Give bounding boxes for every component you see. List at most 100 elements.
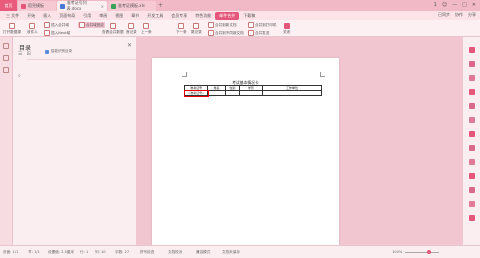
title-bar: 首页 稻壳模板 准考证号列表.docx ✕ 准考证模板.xls + 1 ☺ — … bbox=[0, 0, 480, 11]
merge-to-printer-button[interactable]: 合并到打印机 bbox=[248, 22, 277, 28]
menu-page-layout[interactable]: 页面布局 bbox=[55, 12, 79, 20]
right-tool-8[interactable] bbox=[466, 145, 478, 152]
first-record-button[interactable]: 首记录 bbox=[126, 23, 137, 35]
zoom-level[interactable]: 100% bbox=[392, 250, 402, 254]
recipients-button[interactable]: 收件人 bbox=[27, 23, 38, 35]
right-tool-9[interactable] bbox=[466, 159, 478, 166]
tool-icon bbox=[469, 187, 475, 193]
next-icon bbox=[178, 23, 185, 29]
close-window-button[interactable]: ✕ bbox=[472, 2, 476, 8]
menu-file[interactable]: 三 文件 bbox=[2, 12, 23, 20]
close-tab-icon[interactable]: ✕ bbox=[101, 4, 104, 9]
sync-status[interactable]: 已同步 bbox=[438, 12, 450, 18]
merge-field-cell[interactable]: «准考证号» bbox=[183, 89, 209, 97]
word-icon bbox=[60, 3, 65, 9]
status-section[interactable]: 节: 1/1 bbox=[28, 250, 40, 255]
menu-features[interactable]: 特色功能 bbox=[191, 12, 215, 20]
merge-to-separate-docs-button[interactable]: 合并到不同新文档 bbox=[208, 30, 244, 36]
crop-mark bbox=[182, 72, 187, 77]
menu-sections[interactable]: 章节 bbox=[127, 12, 143, 20]
right-tool-1[interactable] bbox=[466, 47, 478, 54]
grid-view-icon[interactable]: ⊞ bbox=[26, 51, 30, 57]
table-cell[interactable] bbox=[238, 90, 264, 96]
search-icon[interactable] bbox=[3, 67, 9, 73]
new-tab-button[interactable]: + bbox=[158, 2, 163, 9]
right-tool-10[interactable] bbox=[466, 173, 478, 180]
right-tool-13[interactable] bbox=[466, 215, 478, 222]
right-tool-2[interactable] bbox=[466, 61, 478, 68]
excel-icon bbox=[111, 3, 116, 9]
insert-next-field-button[interactable]: 插入Next域 bbox=[44, 30, 70, 36]
menu-developer[interactable]: 开发工具 bbox=[143, 12, 167, 20]
zoom-slider-handle[interactable] bbox=[427, 250, 431, 254]
toc-tools: ☰ ⊞ bbox=[18, 51, 31, 57]
right-tool-12[interactable] bbox=[466, 201, 478, 208]
toc-search-icon[interactable]: ⌕ bbox=[18, 73, 21, 79]
status-unsaved: 文档未保存 bbox=[222, 250, 240, 254]
next-record-button[interactable]: 下一条 bbox=[176, 23, 187, 35]
close-toc-button[interactable]: ✕ bbox=[127, 42, 132, 49]
new-doc-icon bbox=[208, 22, 214, 28]
merge-send-button[interactable]: 合并发送 bbox=[248, 30, 269, 36]
menu-home[interactable]: 开始 bbox=[23, 12, 39, 20]
tool-icon bbox=[469, 215, 475, 221]
minimize-button[interactable]: — bbox=[452, 2, 457, 8]
table-cell[interactable] bbox=[262, 90, 322, 96]
table-cell[interactable] bbox=[225, 90, 240, 96]
menu-mail-merge[interactable]: 邮件合并 bbox=[215, 11, 240, 20]
merge-to-new-doc-button[interactable]: 合并到新文档 bbox=[208, 22, 237, 28]
menu-member[interactable]: 会员专享 bbox=[167, 12, 191, 20]
avatar[interactable]: ☺ bbox=[442, 2, 447, 8]
document-page[interactable]: 考试基本情况卡 准考证号 姓名 性别 学历 工作单位 «准考证号» bbox=[152, 58, 339, 245]
tool-icon bbox=[469, 75, 475, 81]
menu-references[interactable]: 引用 bbox=[79, 12, 95, 20]
right-tool-3[interactable] bbox=[466, 75, 478, 82]
status-spell-check[interactable]: 拼写检查 bbox=[140, 250, 154, 255]
tool-icon bbox=[469, 61, 475, 67]
right-tool-11[interactable] bbox=[466, 187, 478, 194]
status-word-count[interactable]: 字数: 27 bbox=[115, 250, 129, 255]
menu-view[interactable]: 视图 bbox=[111, 12, 127, 20]
status-proofread[interactable]: 文档校对 bbox=[168, 250, 182, 255]
tool-icon bbox=[469, 201, 475, 207]
view-merged-data-button[interactable]: 查看合并数据 bbox=[102, 23, 124, 35]
previous-record-button[interactable]: 上一条 bbox=[141, 23, 152, 35]
share-button[interactable]: 分享 bbox=[468, 12, 476, 18]
status-compat-mode: 兼容模式 bbox=[196, 250, 211, 254]
tool-icon bbox=[469, 173, 475, 179]
menu-insert[interactable]: 插入 bbox=[39, 12, 55, 20]
open-data-source-button[interactable]: 打开数据源 bbox=[3, 23, 21, 35]
field-icon bbox=[44, 22, 50, 28]
tab-excel-doc[interactable]: 准考证模板.xls bbox=[108, 1, 156, 11]
menu-download[interactable]: 下载稿 bbox=[239, 12, 259, 20]
right-tool-7[interactable] bbox=[466, 131, 478, 138]
recipients-icon bbox=[29, 23, 36, 29]
bookmark-icon[interactable] bbox=[3, 55, 9, 61]
smart-toc-button[interactable]: 智能识别目录 bbox=[45, 49, 72, 54]
close-merge-button[interactable]: 关闭 bbox=[283, 23, 290, 35]
tool-icon bbox=[469, 145, 475, 151]
tab-word-doc[interactable]: 准考证号列表.docx ✕ bbox=[57, 0, 107, 11]
toc-icon[interactable] bbox=[3, 43, 9, 49]
table-cell[interactable] bbox=[207, 90, 227, 96]
merge-field-shading-button[interactable]: 合并域底纹 bbox=[78, 22, 105, 28]
right-tool-4[interactable] bbox=[466, 89, 478, 96]
menu-bar: 三 文件 开始 插入 页面布局 引用 审阅 视图 章节 开发工具 会员专享 特色… bbox=[0, 11, 480, 20]
maximize-button[interactable]: □ bbox=[462, 2, 467, 8]
tab-docer[interactable]: 稻壳模板 bbox=[18, 1, 56, 11]
right-tool-5[interactable] bbox=[466, 103, 478, 110]
toc-pane: 目录 ✕ 智能识别目录 ☰ ⊞ ⌕ bbox=[13, 37, 137, 245]
insert-merge-field-button[interactable]: 插入合并域 bbox=[44, 22, 69, 28]
last-record-button[interactable]: 尾记录 bbox=[191, 23, 202, 35]
close-icon bbox=[283, 23, 290, 29]
right-tool-6[interactable] bbox=[466, 117, 478, 124]
last-record-icon bbox=[193, 23, 200, 29]
collaborate-button[interactable]: 协作 bbox=[455, 12, 463, 18]
status-page[interactable]: 页面: 1/1 bbox=[3, 250, 18, 255]
zoom-slider[interactable] bbox=[405, 252, 439, 253]
menu-review[interactable]: 审阅 bbox=[95, 12, 111, 20]
tab-home[interactable]: 首页 bbox=[0, 0, 17, 11]
previous-icon bbox=[143, 23, 150, 29]
list-view-icon[interactable]: ☰ bbox=[18, 51, 22, 57]
notification-icon[interactable]: 1 bbox=[434, 2, 437, 8]
